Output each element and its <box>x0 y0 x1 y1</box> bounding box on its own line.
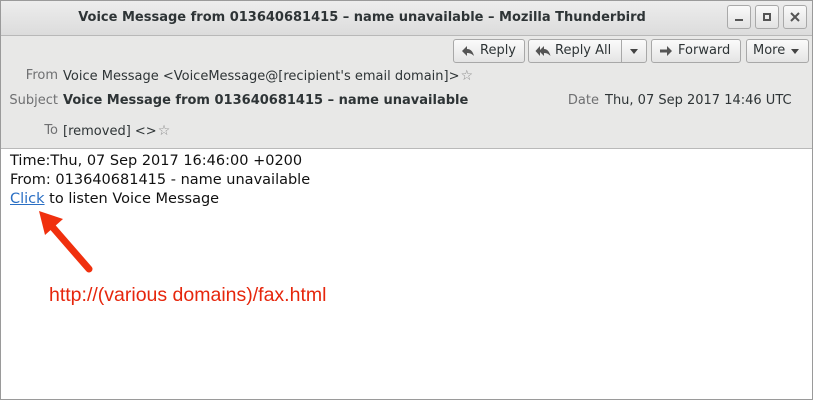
date-label: Date <box>567 93 599 108</box>
star-icon[interactable]: ☆ <box>158 123 171 139</box>
to-address[interactable]: [removed] <> <box>63 124 157 139</box>
body-time-line: Time:Thu, 07 Sep 2017 16:46:00 +0200 <box>10 153 303 169</box>
chevron-down-icon <box>791 48 800 54</box>
maximize-button[interactable] <box>755 5 779 29</box>
window-title: Voice Message from 013640681415 – name u… <box>78 10 646 25</box>
minimize-icon <box>735 19 743 21</box>
minimize-button[interactable] <box>727 5 751 29</box>
date-value: Thu, 07 Sep 2017 14:46 UTC <box>605 93 792 108</box>
more-button[interactable]: More <box>746 39 809 63</box>
chevron-down-icon <box>630 48 638 54</box>
message-header-pane: Reply Reply All Forward More From Voice … <box>1 36 812 149</box>
reply-all-dropdown[interactable] <box>621 39 647 63</box>
from-value[interactable]: Voice Message <VoiceMessage@[recipient's… <box>63 68 473 84</box>
reply-icon <box>462 46 474 56</box>
body-link-rest: to listen Voice Message <box>44 191 220 207</box>
title-bar[interactable]: Voice Message from 013640681415 – name u… <box>1 1 812 36</box>
subject-label: Subject <box>9 93 58 108</box>
body-from-line: From: 013640681415 - name unavailable <box>10 172 311 188</box>
url-annotation: http://(various domains)/fax.html <box>49 284 327 306</box>
forward-button[interactable]: Forward <box>651 39 741 63</box>
reply-label: Reply <box>480 43 517 58</box>
reply-all-label: Reply All <box>555 43 612 58</box>
body-link-line: Click to listen Voice Message <box>10 190 800 209</box>
from-address[interactable]: Voice Message <VoiceMessage@[recipient's… <box>63 69 460 84</box>
subject-value: Voice Message from 013640681415 – name u… <box>63 93 469 108</box>
close-button[interactable] <box>783 5 807 29</box>
reply-button[interactable]: Reply <box>453 39 525 63</box>
more-label: More <box>753 43 786 58</box>
to-label: To <box>44 123 58 138</box>
maximize-icon <box>763 13 771 21</box>
reply-all-button[interactable]: Reply All <box>528 39 622 63</box>
to-value[interactable]: [removed] <>☆ <box>63 123 170 139</box>
forward-icon <box>660 46 672 56</box>
close-icon <box>790 12 800 22</box>
star-icon[interactable]: ☆ <box>461 68 474 84</box>
message-body: Time:Thu, 07 Sep 2017 16:46:00 +0200 Fro… <box>10 152 800 209</box>
red-arrow-annotation <box>39 211 93 273</box>
forward-label: Forward <box>678 43 731 58</box>
thunderbird-message-window: Voice Message from 013640681415 – name u… <box>0 0 813 400</box>
from-label: From <box>25 68 58 83</box>
click-link[interactable]: Click <box>10 191 45 207</box>
reply-all-icon <box>535 46 551 56</box>
